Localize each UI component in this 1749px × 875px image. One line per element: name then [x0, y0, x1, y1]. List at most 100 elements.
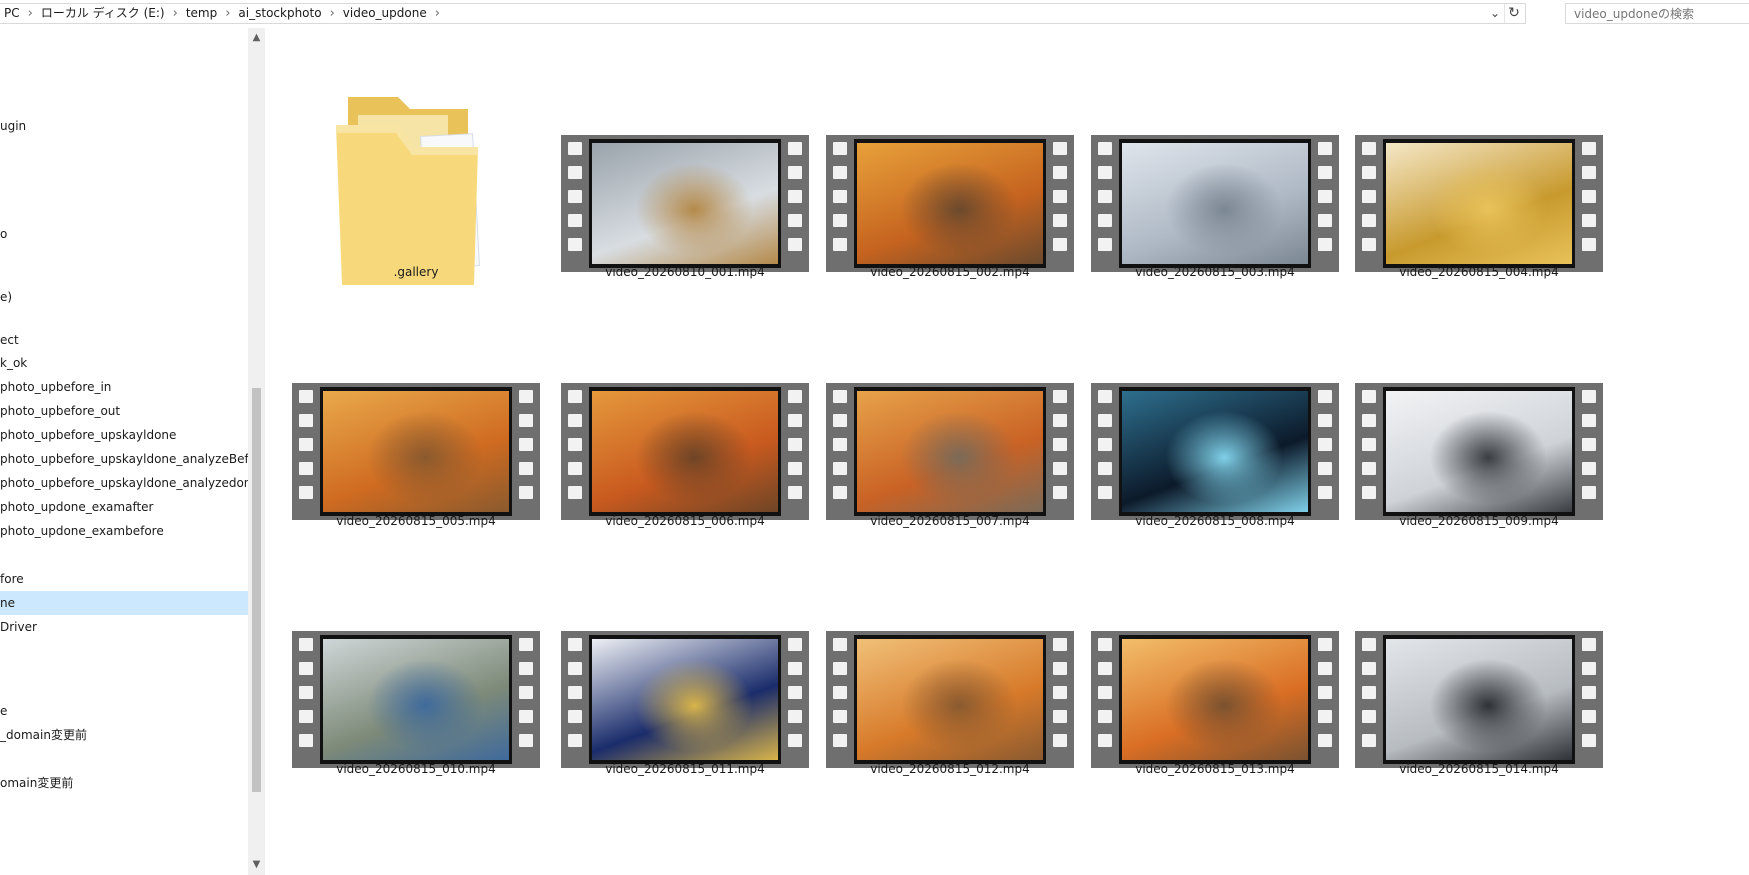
film-perforation: [1318, 438, 1332, 451]
film-strip-right: [1575, 135, 1603, 272]
video-file-tile[interactable]: video_20260815_010.mp4: [276, 561, 556, 782]
file-name-label: video_20260815_009.mp4: [1399, 514, 1559, 528]
video-file-tile[interactable]: video_20260815_008.mp4: [1075, 313, 1355, 534]
nav-item[interactable]: o: [0, 222, 248, 246]
search-input[interactable]: [1565, 3, 1749, 24]
nav-item[interactable]: photo_updone_exambefore: [0, 519, 248, 543]
film-perforation: [833, 190, 847, 203]
film-perforation: [299, 462, 313, 475]
film-perforation: [1098, 462, 1112, 475]
nav-item[interactable]: e): [0, 285, 248, 309]
video-file-tile[interactable]: video_20260815_002.mp4: [810, 65, 1090, 285]
film-perforation: [1362, 190, 1376, 203]
film-perforation: [1053, 710, 1067, 723]
nav-item[interactable]: photo_updone_examafter: [0, 495, 248, 519]
folder-icon: [336, 97, 480, 285]
film-perforation: [1098, 734, 1112, 747]
video-file-tile[interactable]: video_20260815_009.mp4: [1339, 313, 1619, 534]
video-file-tile[interactable]: video_20260810_001.mp4: [545, 65, 825, 285]
chevron-right-icon[interactable]: ›: [171, 4, 180, 23]
film-strip-right: [1575, 383, 1603, 520]
video-preview-image: [1386, 391, 1572, 512]
film-perforation: [1053, 414, 1067, 427]
scroll-up-icon[interactable]: ▲: [248, 30, 265, 46]
video-frame: [1383, 387, 1575, 516]
breadcrumb-item-pc[interactable]: PC: [0, 4, 26, 23]
breadcrumb-item-current[interactable]: video_updone: [337, 4, 433, 23]
video-file-tile[interactable]: video_20260815_007.mp4: [810, 313, 1090, 534]
breadcrumb-item-ai-stockphoto[interactable]: ai_stockphoto: [232, 4, 327, 23]
chevron-right-icon[interactable]: ›: [223, 4, 232, 23]
nav-item[interactable]: Driver: [0, 615, 248, 639]
film-perforation: [1318, 190, 1332, 203]
nav-item[interactable]: photo_upbefore_in: [0, 375, 248, 399]
video-preview-image: [857, 143, 1043, 264]
nav-item[interactable]: ect: [0, 328, 248, 352]
refresh-icon[interactable]: ↻: [1504, 4, 1523, 23]
scroll-down-icon[interactable]: ▼: [248, 857, 265, 873]
folder-tile[interactable]: .gallery: [276, 65, 556, 285]
video-file-tile[interactable]: video_20260815_011.mp4: [545, 561, 825, 782]
address-bar[interactable]: PC › ローカル ディスク (E:) › temp › ai_stockpho…: [0, 3, 1526, 24]
nav-item[interactable]: k_ok: [0, 351, 248, 375]
film-perforation: [1582, 414, 1596, 427]
film-strip-left: [1091, 383, 1119, 520]
video-file-tile[interactable]: video_20260815_012.mp4: [810, 561, 1090, 782]
film-perforation: [1098, 686, 1112, 699]
film-perforation: [299, 486, 313, 499]
chevron-right-icon[interactable]: ›: [328, 4, 337, 23]
film-perforation: [1098, 662, 1112, 675]
film-perforation: [788, 414, 802, 427]
film-perforation: [1053, 662, 1067, 675]
video-frame: [1119, 635, 1311, 764]
film-perforation: [1582, 638, 1596, 651]
video-file-tile[interactable]: video_20260815_003.mp4: [1075, 65, 1355, 285]
film-strip-right: [781, 631, 809, 768]
film-strip-right: [1046, 631, 1074, 768]
chevron-right-icon[interactable]: ›: [26, 4, 35, 23]
film-perforation: [568, 166, 582, 179]
nav-item-selected[interactable]: ne: [0, 591, 248, 615]
film-perforation: [788, 486, 802, 499]
film-perforation: [1053, 214, 1067, 227]
nav-item[interactable]: _domain変更前: [0, 723, 248, 747]
navigation-pane: ugin o e) ect k_ok photo_upbefore_in pho…: [0, 28, 248, 875]
nav-item[interactable]: fore: [0, 567, 248, 591]
nav-item[interactable]: omain変更前: [0, 771, 248, 795]
film-perforation: [833, 462, 847, 475]
film-perforation: [1318, 734, 1332, 747]
film-perforation: [568, 462, 582, 475]
video-file-tile[interactable]: video_20260815_006.mp4: [545, 313, 825, 534]
film-perforation: [1053, 238, 1067, 251]
film-perforation: [1582, 190, 1596, 203]
film-perforation: [568, 238, 582, 251]
film-perforation: [788, 662, 802, 675]
film-perforation: [1318, 638, 1332, 651]
video-file-tile[interactable]: video_20260815_005.mp4: [276, 313, 556, 534]
film-perforation: [833, 686, 847, 699]
nav-item[interactable]: ugin: [0, 114, 248, 138]
film-perforation: [1362, 214, 1376, 227]
file-name-label: video_20260815_006.mp4: [605, 514, 765, 528]
nav-item[interactable]: photo_upbefore_out: [0, 399, 248, 423]
nav-scrollbar[interactable]: ▲ ▼: [248, 28, 265, 875]
video-frame: [1383, 635, 1575, 764]
nav-item[interactable]: photo_upbefore_upskayldone_analyzedone: [0, 471, 248, 495]
film-strip-right: [512, 383, 540, 520]
film-perforation: [1098, 190, 1112, 203]
film-perforation: [299, 734, 313, 747]
breadcrumb-item-temp[interactable]: temp: [180, 4, 223, 23]
video-preview-image: [857, 391, 1043, 512]
chevron-right-icon[interactable]: ›: [433, 4, 442, 23]
nav-item[interactable]: photo_upbefore_upskayldone: [0, 423, 248, 447]
breadcrumb-item-drive[interactable]: ローカル ディスク (E:): [35, 4, 171, 23]
video-file-tile[interactable]: video_20260815_013.mp4: [1075, 561, 1355, 782]
video-file-tile[interactable]: video_20260815_004.mp4: [1339, 65, 1619, 285]
scrollbar-thumb[interactable]: [252, 388, 261, 792]
nav-item[interactable]: e: [0, 699, 248, 723]
chevron-down-icon[interactable]: ⌄: [1487, 4, 1503, 23]
address-toolbar: PC › ローカル ディスク (E:) › temp › ai_stockpho…: [0, 0, 1749, 28]
video-frame: [589, 635, 781, 764]
nav-item[interactable]: photo_upbefore_upskayldone_analyzeBefore: [0, 447, 248, 471]
video-file-tile[interactable]: video_20260815_014.mp4: [1339, 561, 1619, 782]
